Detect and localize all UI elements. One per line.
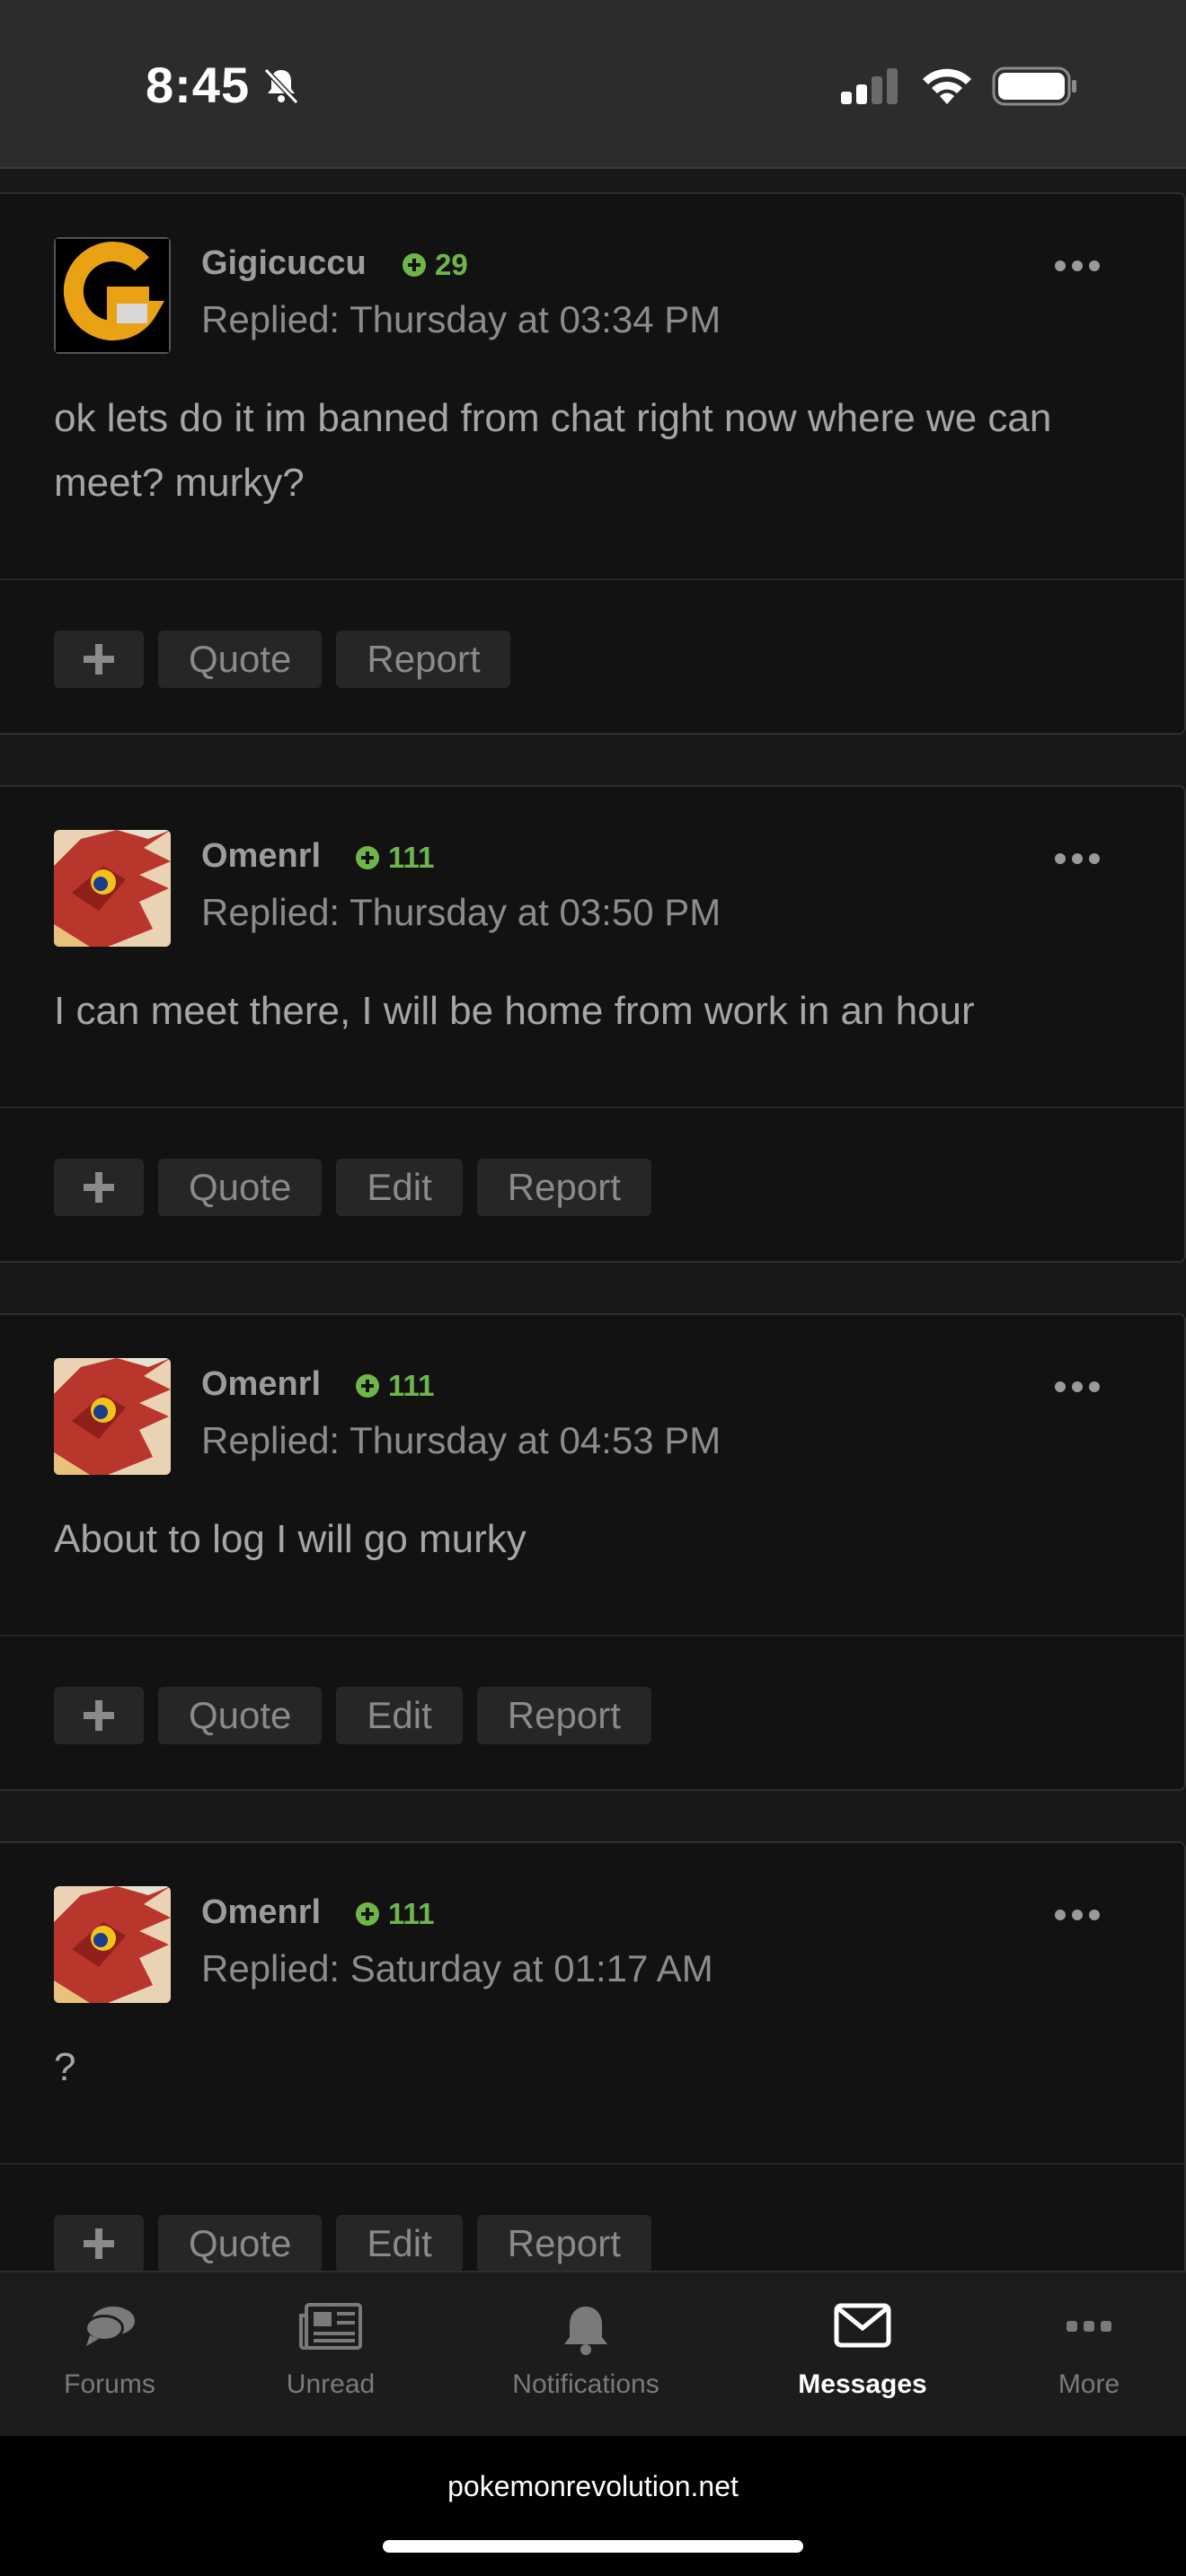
red-bird-avatar (54, 830, 171, 947)
tab-notifications[interactable]: Notifications (487, 2272, 685, 2436)
avatar[interactable] (54, 830, 171, 947)
reaction-count: 29 (435, 248, 468, 281)
more-options-icon[interactable] (1053, 1378, 1102, 1396)
post-actions: Quote Edit Report (54, 1687, 651, 1744)
more-options-icon[interactable] (1053, 1906, 1102, 1924)
quote-button[interactable]: Quote (158, 1159, 323, 1216)
tab-forums[interactable]: Forums (20, 2272, 199, 2436)
url-text[interactable]: pokemonrevolution.net (0, 2470, 1186, 2503)
tab-label: Notifications (512, 2369, 659, 2399)
battery-icon (992, 66, 1076, 106)
browser-address-bar: pokemonrevolution.net (0, 2436, 1186, 2576)
plus-icon (84, 1700, 114, 1731)
post-body: I can meet there, I will be home from wo… (54, 989, 975, 1033)
reaction-score: 111 (354, 841, 434, 875)
report-button[interactable]: Report (476, 1159, 651, 1216)
status-bar: 8:45 (0, 0, 1186, 169)
plus-icon (84, 644, 114, 675)
tab-label: More (1058, 2369, 1120, 2399)
reaction-count: 111 (388, 1897, 435, 1930)
add-reaction-button[interactable] (54, 2215, 144, 2271)
avatar[interactable] (54, 237, 171, 354)
tab-more[interactable]: More (999, 2272, 1179, 2436)
reply-timestamp: Replied: Saturday at 01:17 AM (201, 1947, 713, 1989)
post-body: ok lets do it im banned from chat right … (54, 396, 1052, 505)
quote-button[interactable]: Quote (158, 1687, 323, 1744)
report-button[interactable]: Report (336, 631, 511, 688)
post-body: ? (54, 2045, 76, 2089)
chat-bubbles-icon (84, 2307, 135, 2346)
author-name[interactable]: Gigicuccu (201, 244, 367, 283)
bottom-tab-bar: Forums Unread Notifications Messages Mor… (0, 2271, 1186, 2436)
tab-unread[interactable]: Unread (241, 2272, 420, 2436)
quote-button[interactable]: Quote (158, 2215, 323, 2271)
quote-button[interactable]: Quote (158, 631, 323, 688)
thread-feed[interactable]: Gigicuccu 29 Replied: Thursday at 03:34 … (0, 169, 1186, 2271)
post-body: About to log I will go murky (54, 1517, 527, 1561)
more-options-icon[interactable] (1053, 850, 1102, 868)
reaction-score: 29 (401, 248, 468, 282)
tab-label: Messages (798, 2369, 927, 2399)
report-button[interactable]: Report (476, 1687, 651, 1744)
cellular-signal-icon (841, 68, 898, 104)
divider (0, 1107, 1184, 1108)
envelope-icon (834, 2303, 891, 2348)
newspaper-icon (299, 2303, 362, 2350)
edit-button[interactable]: Edit (336, 2215, 463, 2271)
reply-timestamp: Replied: Thursday at 04:53 PM (201, 1419, 721, 1461)
edit-button[interactable]: Edit (336, 1687, 463, 1744)
reaction-score: 111 (354, 1369, 434, 1403)
tab-messages[interactable]: Messages (773, 2272, 952, 2436)
author-name[interactable]: Omenrl (201, 1365, 321, 1404)
bell-icon (564, 2307, 607, 2355)
more-dots-icon (1067, 2321, 1111, 2332)
more-options-icon[interactable] (1053, 257, 1102, 275)
edit-button[interactable]: Edit (336, 1159, 463, 1216)
add-reaction-button[interactable] (54, 1159, 144, 1216)
tab-label: Forums (64, 2369, 155, 2399)
post: Omenrl 111 Replied: Thursday at 03:50 PM… (0, 785, 1186, 1263)
plus-icon (84, 1172, 114, 1203)
avatar[interactable] (54, 1358, 171, 1475)
red-bird-avatar (54, 1358, 171, 1475)
avatar[interactable] (54, 1886, 171, 2003)
add-reaction-button[interactable] (54, 631, 144, 688)
reply-timestamp: Replied: Thursday at 03:50 PM (201, 891, 721, 933)
post-actions: Quote Edit Report (54, 2215, 651, 2271)
plus-icon (84, 2228, 114, 2259)
divider (0, 2163, 1184, 2165)
bell-slash-icon (263, 67, 299, 105)
post-actions: Quote Edit Report (54, 1159, 651, 1216)
add-reaction-button[interactable] (54, 1687, 144, 1744)
post: Gigicuccu 29 Replied: Thursday at 03:34 … (0, 192, 1186, 735)
red-bird-avatar (54, 1886, 171, 2003)
status-time: 8:45 (146, 57, 251, 113)
post: Omenrl 111 Replied: Thursday at 04:53 PM… (0, 1313, 1186, 1791)
wifi-icon (923, 68, 971, 104)
post-actions: Quote Report (54, 631, 511, 688)
divider (0, 578, 1184, 580)
reaction-score: 111 (354, 1897, 434, 1931)
tab-label: Unread (286, 2369, 376, 2399)
plus-circle-icon (356, 1902, 379, 1926)
author-name[interactable]: Omenrl (201, 837, 321, 876)
author-name[interactable]: Omenrl (201, 1893, 321, 1932)
divider (0, 1635, 1184, 1636)
gold-g-logo-avatar (54, 237, 171, 354)
reply-timestamp: Replied: Thursday at 03:34 PM (201, 298, 721, 340)
reaction-count: 111 (388, 1369, 435, 1402)
post: Omenrl 111 Replied: Saturday at 01:17 AM… (0, 1841, 1186, 2271)
report-button[interactable]: Report (476, 2215, 651, 2271)
plus-circle-icon (356, 1374, 379, 1398)
plus-circle-icon (356, 846, 379, 869)
home-indicator[interactable] (383, 2540, 803, 2553)
reaction-count: 111 (388, 841, 435, 874)
plus-circle-icon (403, 253, 426, 277)
